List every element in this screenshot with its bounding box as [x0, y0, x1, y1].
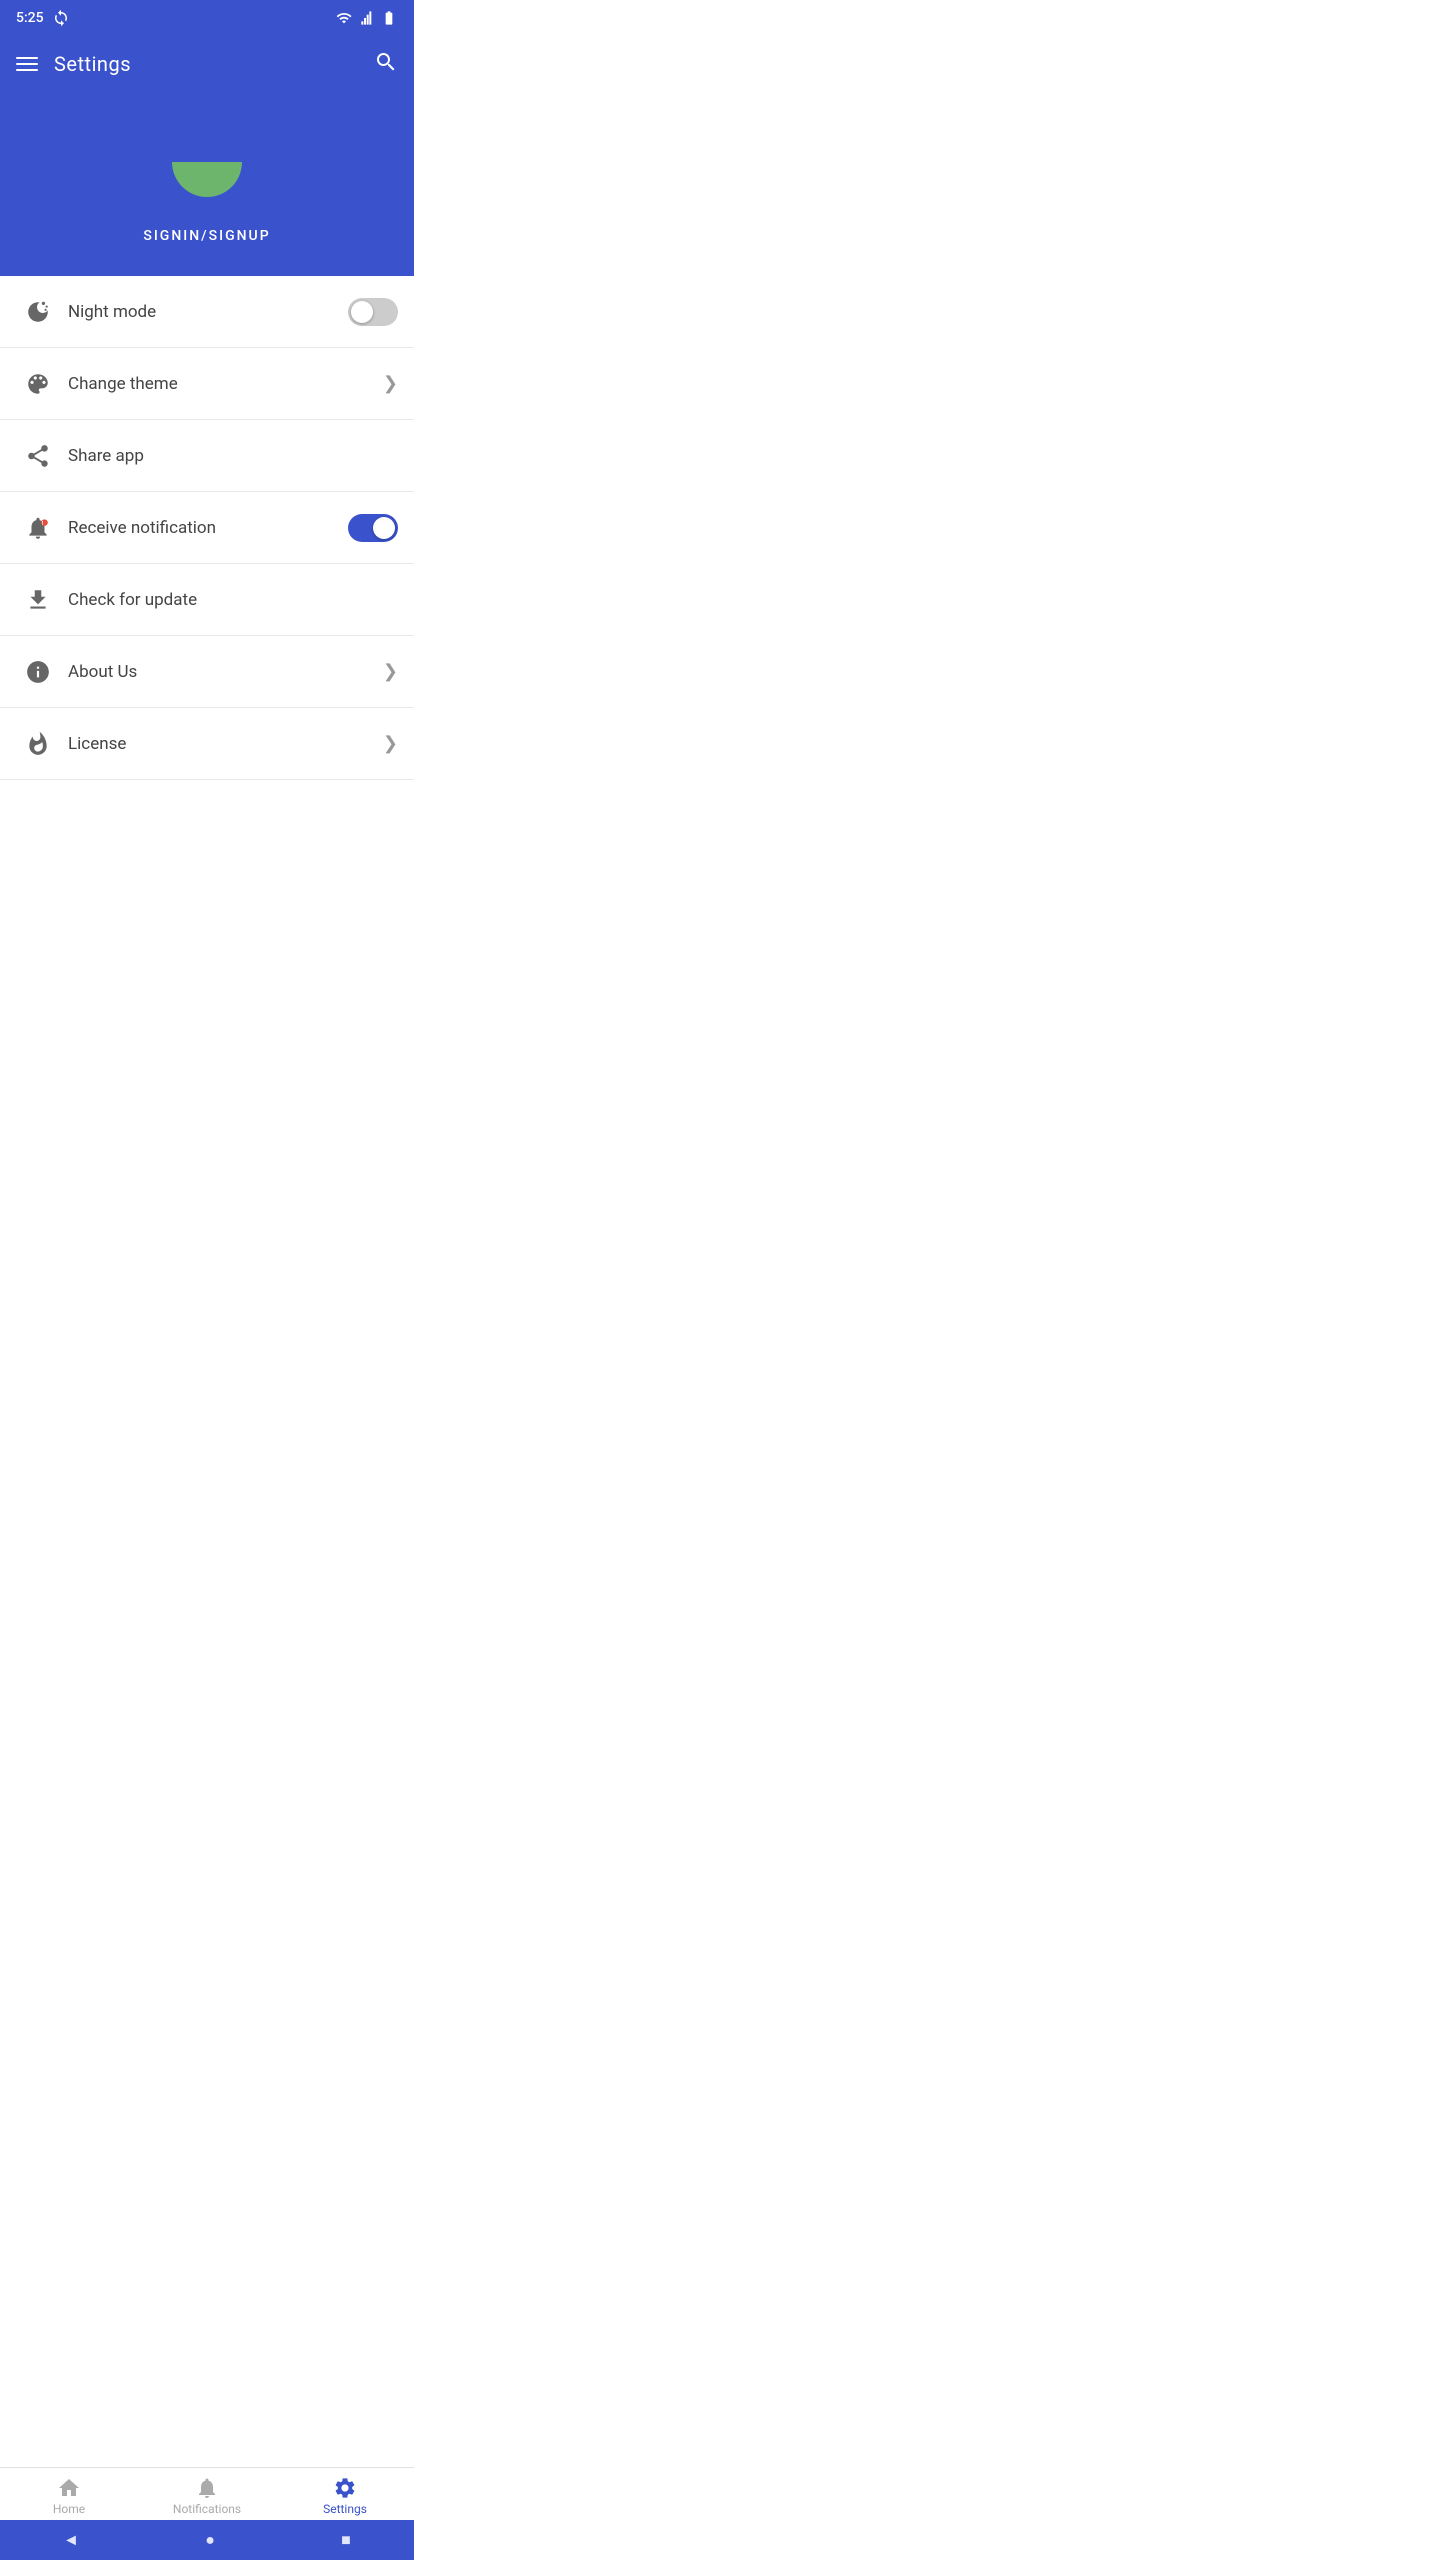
- nav-item-home[interactable]: Home: [0, 2476, 138, 2516]
- settings-nav-label: Settings: [323, 2502, 367, 2516]
- about-us-chevron: ❯: [383, 661, 398, 682]
- home-button[interactable]: ●: [205, 2530, 215, 2550]
- hero-section: SIGNIN/SIGNUP: [0, 92, 414, 276]
- license-label: License: [60, 734, 383, 754]
- avatar-image: [157, 112, 257, 212]
- night-mode-label: Night mode: [60, 302, 348, 322]
- search-button[interactable]: [374, 50, 398, 78]
- palette-icon: [16, 371, 60, 397]
- settings-item-receive-notification[interactable]: ! Receive notification: [0, 492, 414, 564]
- night-mode-icon: [16, 299, 60, 325]
- signin-label[interactable]: SIGNIN/SIGNUP: [143, 228, 270, 244]
- chevron-right-icon-about: ❯: [383, 661, 398, 682]
- download-icon: [16, 587, 60, 613]
- avatar[interactable]: [157, 112, 257, 212]
- android-nav-bar: ◄ ● ■: [0, 2520, 414, 2560]
- settings-item-license[interactable]: License ❯: [0, 708, 414, 780]
- night-mode-toggle[interactable]: [348, 298, 398, 326]
- app-bar-left: Settings: [16, 52, 131, 76]
- settings-list: Night mode Change theme ❯ Share app: [0, 276, 414, 780]
- home-nav-label: Home: [53, 2502, 85, 2516]
- signal-icon: [358, 10, 374, 26]
- search-icon: [374, 50, 398, 74]
- app-bar: Settings: [0, 36, 414, 92]
- notifications-nav-label: Notifications: [173, 2502, 241, 2516]
- nav-item-notifications[interactable]: Notifications: [138, 2476, 276, 2516]
- wifi-icon: [336, 10, 352, 26]
- status-left: 5:25: [16, 9, 70, 27]
- license-chevron: ❯: [383, 733, 398, 754]
- home-nav-icon: [57, 2476, 81, 2500]
- bottom-navigation: Home Notifications Settings: [0, 2467, 414, 2520]
- page-title: Settings: [54, 52, 131, 76]
- settings-item-check-update[interactable]: Check for update: [0, 564, 414, 636]
- recent-button[interactable]: ■: [341, 2530, 351, 2550]
- settings-nav-icon: [333, 2476, 357, 2500]
- battery-icon: [380, 10, 398, 26]
- chevron-right-icon-license: ❯: [383, 733, 398, 754]
- settings-item-change-theme[interactable]: Change theme ❯: [0, 348, 414, 420]
- share-app-label: Share app: [60, 446, 398, 466]
- notifications-nav-icon: [195, 2476, 219, 2500]
- change-theme-label: Change theme: [60, 374, 383, 394]
- status-time: 5:25: [16, 10, 44, 26]
- sync-icon: [52, 9, 70, 27]
- fire-icon: [16, 731, 60, 757]
- bell-alert-icon: !: [16, 515, 60, 541]
- status-right: [336, 10, 398, 26]
- check-update-label: Check for update: [60, 590, 398, 610]
- menu-icon[interactable]: [16, 57, 38, 71]
- status-bar: 5:25: [0, 0, 414, 36]
- share-icon: [16, 443, 60, 469]
- receive-notification-toggle[interactable]: [348, 514, 398, 542]
- receive-notification-label: Receive notification: [60, 518, 348, 538]
- settings-item-about-us[interactable]: About Us ❯: [0, 636, 414, 708]
- info-icon: [16, 659, 60, 685]
- change-theme-chevron: ❯: [383, 373, 398, 394]
- back-button[interactable]: ◄: [63, 2530, 79, 2550]
- settings-item-share-app[interactable]: Share app: [0, 420, 414, 492]
- nav-item-settings[interactable]: Settings: [276, 2476, 414, 2516]
- about-us-label: About Us: [60, 662, 383, 682]
- settings-item-night-mode[interactable]: Night mode: [0, 276, 414, 348]
- chevron-right-icon: ❯: [383, 373, 398, 394]
